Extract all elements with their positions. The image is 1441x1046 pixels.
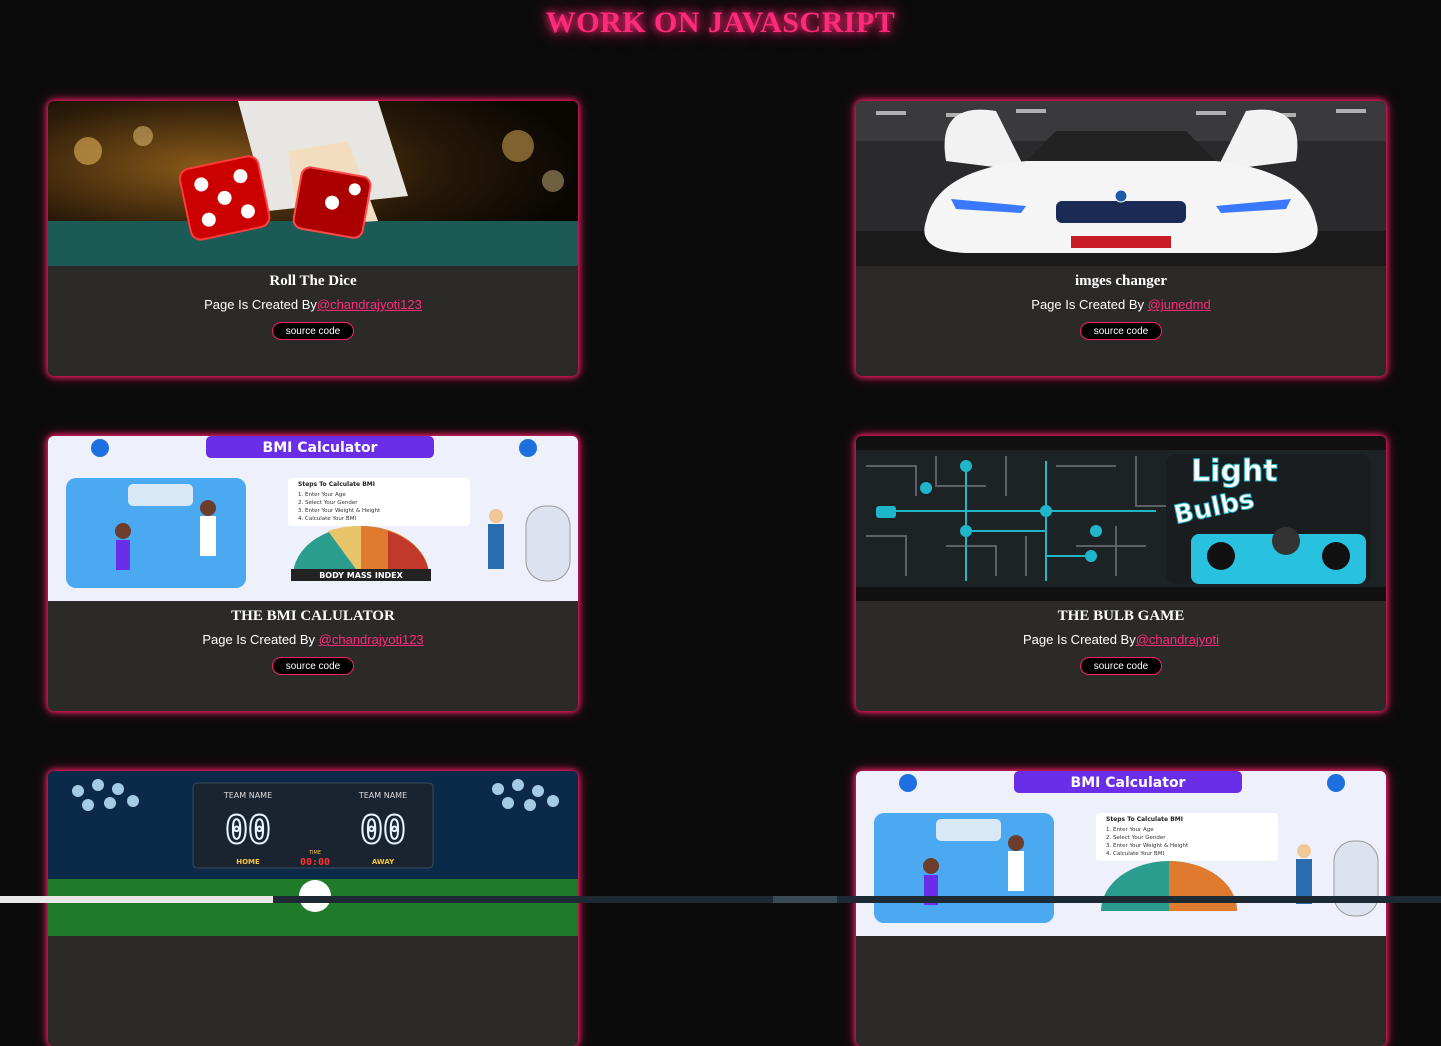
time-value: 00:00 <box>300 857 330 868</box>
project-card-bulb-game: Light Bulbs THE BULB GAME Page Is Create… <box>856 436 1386 711</box>
source-code-button[interactable]: source code <box>272 322 354 340</box>
card-credit: Page Is Created By@chandrajyoti123 <box>48 297 578 312</box>
bmi-gauge-text: BODY MASS INDEX <box>319 571 403 580</box>
score-left: 00 <box>225 808 271 852</box>
bulb-word-light: Light <box>1191 454 1278 489</box>
dice-casino-image <box>48 101 578 266</box>
card-title: imges changer <box>1074 273 1168 289</box>
credit-prefix: Page Is Created By <box>202 632 319 647</box>
white-sports-car-image <box>856 101 1386 266</box>
bmi-calculator-image: BMI Calculator Steps To Calculate BMI 1.… <box>856 771 1386 936</box>
scrollbar-track-highlight <box>773 896 837 903</box>
svg-text:3. Enter Your Weight & Height: 3. Enter Your Weight & Height <box>1106 843 1189 849</box>
svg-text:1. Enter Your Age: 1. Enter Your Age <box>1106 827 1154 833</box>
page-title: WORK ON JAVASCRIPT <box>545 6 896 39</box>
svg-text:2. Select Your Gender: 2. Select Your Gender <box>298 500 358 506</box>
source-code-button[interactable]: source code <box>1080 657 1162 675</box>
card-credit: Page Is Created By@chandrajyoti <box>856 632 1386 647</box>
svg-text:3. Enter Your Weight & Height: 3. Enter Your Weight & Height <box>298 508 381 514</box>
card-title: Roll The Dice <box>269 273 357 289</box>
project-card-roll-dice: Roll The Dice Page Is Created By@chandra… <box>48 101 578 376</box>
source-code-button[interactable]: source code <box>272 657 354 675</box>
bmi-banner-text: BMI Calculator <box>1071 775 1186 791</box>
svg-text:2. Select Your Gender: 2. Select Your Gender <box>1106 835 1166 841</box>
scrollbar-thumb[interactable] <box>0 896 273 903</box>
card-credit: Page Is Created By @chandrajyoti123 <box>48 632 578 647</box>
horizontal-scrollbar[interactable] <box>0 896 1441 903</box>
project-card-bmi-calculator: BMI Calculator Steps To Calculate BMI 1.… <box>48 436 578 711</box>
team-name-right: TEAM NAME <box>358 791 407 800</box>
author-link[interactable]: @junedmd <box>1148 297 1211 312</box>
bmi-steps-title: Steps To Calculate BMI <box>298 481 375 488</box>
author-link[interactable]: @chandrajyoti <box>1136 632 1219 647</box>
svg-text:4. Calculate Your BMI: 4. Calculate Your BMI <box>298 516 356 522</box>
scoreboard-image: TEAM NAME TEAM NAME 00 00 HOME AWAY TIME… <box>48 771 578 936</box>
source-code-button[interactable]: source code <box>1080 322 1162 340</box>
svg-text:4. Calculate Your BMI: 4. Calculate Your BMI <box>1106 851 1164 857</box>
author-link[interactable]: @chandrajyoti123 <box>319 632 424 647</box>
svg-text:1. Enter Your Age: 1. Enter Your Age <box>298 492 346 498</box>
card-title: THE BMI CALULATOR <box>231 608 395 624</box>
away-label: AWAY <box>372 858 395 866</box>
credit-prefix: Page Is Created By <box>1022 632 1136 647</box>
card-title: THE BULB GAME <box>1057 608 1185 624</box>
time-label: TIME <box>308 850 321 856</box>
author-link[interactable]: @chandrajyoti123 <box>317 297 422 312</box>
credit-prefix: Page Is Created By <box>1031 297 1148 312</box>
project-card-scoreboard: TEAM NAME TEAM NAME 00 00 HOME AWAY TIME… <box>48 771 578 1046</box>
score-right: 00 <box>360 808 406 852</box>
bmi-calculator-image: BMI Calculator Steps To Calculate BMI 1.… <box>48 436 578 601</box>
project-card-bmi-calculator-2: BMI Calculator Steps To Calculate BMI 1.… <box>856 771 1386 1046</box>
credit-prefix: Page Is Created By <box>204 297 317 312</box>
project-card-images-changer: imges changer Page Is Created By @junedm… <box>856 101 1386 376</box>
bmi-banner-text: BMI Calculator <box>263 440 378 456</box>
home-label: HOME <box>236 858 260 866</box>
light-bulbs-game-image: Light Bulbs <box>856 436 1386 601</box>
team-name-left: TEAM NAME <box>223 791 272 800</box>
bmi-steps-title: Steps To Calculate BMI <box>1106 816 1183 823</box>
card-credit: Page Is Created By @junedmd <box>856 297 1386 312</box>
